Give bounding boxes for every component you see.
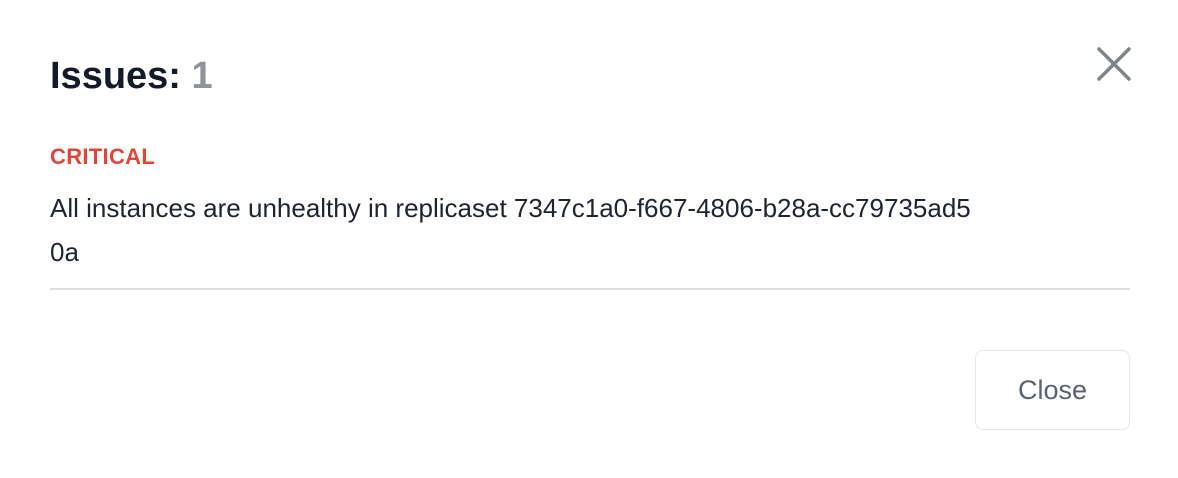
issues-dialog: Issues: 1 CRITICAL All instances are unh… [0,0,1178,478]
dialog-title: Issues: 1 [50,52,213,100]
severity-badge: CRITICAL [50,144,156,169]
issues-count: 1 [191,55,213,97]
close-icon[interactable] [1094,44,1134,84]
dialog-title-label: Issues: [50,55,181,97]
close-icon-graphic [1097,47,1131,81]
close-button[interactable]: Close [975,350,1130,430]
issue-item: CRITICAL All instances are unhealthy in … [50,142,1130,290]
issue-message: All instances are unhealthy in replicase… [50,193,971,267]
